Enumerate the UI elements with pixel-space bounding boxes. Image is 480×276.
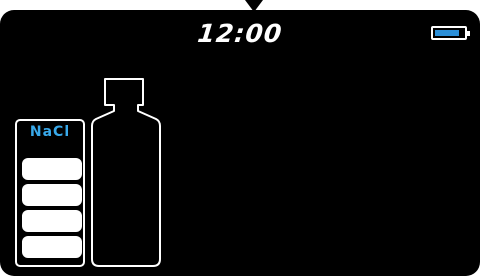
- solution-label: NaCl: [29, 124, 71, 140]
- level-segment: [22, 210, 82, 232]
- level-segment: [22, 236, 82, 258]
- level-segment: [22, 158, 82, 180]
- bottle-outline: [91, 78, 161, 267]
- empty-bottle-icon[interactable]: [90, 78, 162, 268]
- battery-level-fill: [435, 30, 459, 36]
- device-screen: 12:00 NaCl: [0, 10, 480, 276]
- battery-terminal: [467, 31, 470, 36]
- battery-icon: [431, 26, 470, 40]
- nacl-solution-bag[interactable]: NaCl: [15, 119, 85, 267]
- clock-time: 12:00: [196, 19, 284, 48]
- level-segment: [22, 184, 82, 206]
